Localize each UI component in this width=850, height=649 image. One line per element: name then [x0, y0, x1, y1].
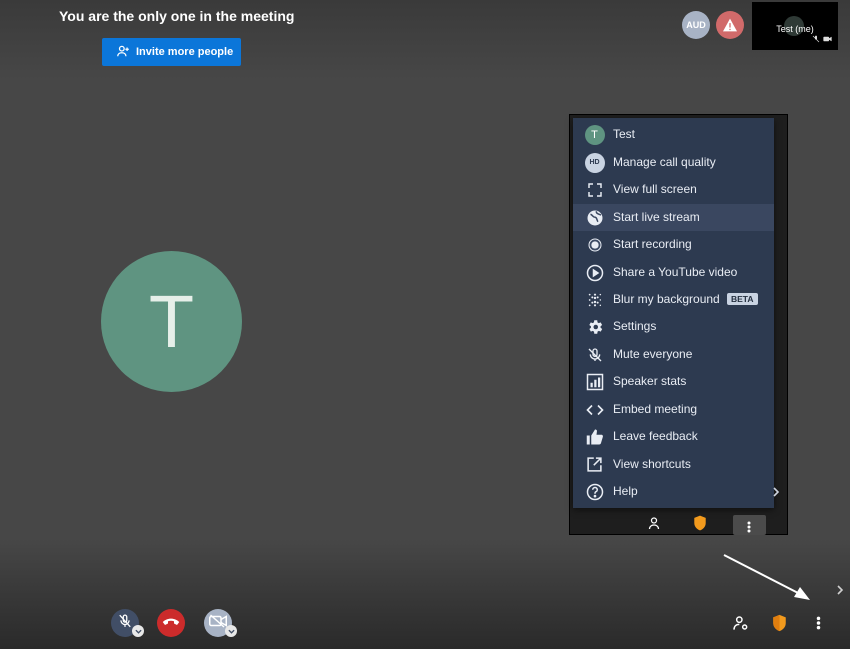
security-shield-icon[interactable] — [772, 614, 787, 637]
menu-item-fullscreen[interactable]: View full screen — [573, 176, 774, 203]
menu-item-recording[interactable]: Start recording — [573, 231, 774, 258]
menu-item-label: Mute everyone — [613, 347, 693, 361]
invite-more-people-button[interactable]: Invite more people — [102, 38, 241, 66]
menu-item-label: Embed meeting — [613, 402, 698, 416]
hd-icon: HD — [584, 152, 605, 173]
audio-badge[interactable]: AUD — [682, 11, 710, 39]
globe-icon — [584, 207, 605, 228]
more-options-button-active[interactable] — [733, 515, 766, 535]
menu-item-call-quality[interactable]: HD Manage call quality — [573, 149, 774, 176]
menu-item-label: View shortcuts — [613, 457, 691, 471]
menu-item-shortcuts[interactable]: View shortcuts — [573, 451, 774, 478]
menu-item-feedback[interactable]: Leave feedback — [573, 423, 774, 450]
self-view-thumbnail[interactable]: Test (me) — [752, 2, 838, 50]
security-shield-icon[interactable] — [693, 515, 707, 536]
menu-item-mute-everyone[interactable]: Mute everyone — [573, 341, 774, 368]
menu-item-label: Blur my background — [613, 292, 720, 306]
beta-badge: BETA — [727, 293, 758, 305]
code-icon — [584, 399, 605, 420]
chevron-down-icon[interactable] — [225, 625, 237, 637]
menu-item-label: Share a YouTube video — [613, 265, 738, 279]
mic-off-icon — [584, 344, 605, 365]
video-off-icon — [823, 30, 832, 48]
menu-item-blur-background[interactable]: Blur my background BETA — [573, 286, 774, 313]
hangup-icon — [162, 614, 180, 632]
chevron-down-icon[interactable] — [132, 625, 144, 637]
stats-icon — [584, 371, 605, 392]
more-options-icon[interactable] — [816, 616, 821, 635]
record-icon — [584, 234, 605, 255]
menu-item-label: Speaker stats — [613, 374, 687, 388]
menu-item-live-stream[interactable]: Start live stream — [573, 204, 774, 231]
menu-item-help[interactable]: Help — [573, 478, 774, 505]
thumbs-up-icon — [584, 426, 605, 447]
arrow-annotation-icon — [722, 553, 814, 610]
menu-item-speaker-stats[interactable]: Speaker stats — [573, 368, 774, 395]
camera-toggle-button[interactable] — [204, 609, 237, 637]
menu-item-label: Settings — [613, 319, 657, 333]
menu-item-label: Test — [613, 127, 636, 141]
mic-off-icon — [118, 613, 132, 634]
menu-item-youtube[interactable]: Share a YouTube video — [573, 259, 774, 286]
participant-avatar: T — [101, 251, 242, 392]
menu-item-label: Start recording — [613, 237, 692, 251]
menu-item-label: Leave feedback — [613, 429, 698, 443]
add-person-icon — [116, 44, 130, 61]
external-link-icon — [584, 454, 605, 475]
menu-item-settings[interactable]: Settings — [573, 313, 774, 340]
meeting-notice: You are the only one in the meeting — [59, 8, 295, 24]
play-circle-icon — [584, 262, 605, 283]
hangup-button[interactable] — [157, 609, 185, 637]
invite-participants-icon[interactable] — [732, 615, 748, 636]
chevron-right-icon[interactable] — [836, 583, 844, 601]
warning-icon[interactable] — [716, 11, 744, 39]
overflow-menu: T Test HD Manage call quality View full … — [573, 118, 774, 508]
blur-icon — [584, 289, 605, 310]
help-icon — [584, 481, 605, 502]
menu-item-label: View full screen — [613, 182, 697, 196]
menu-item-test[interactable]: T Test — [573, 121, 774, 148]
fullscreen-icon — [584, 179, 605, 200]
menu-item-label: Manage call quality — [613, 155, 716, 169]
invite-button-label: Invite more people — [136, 46, 234, 58]
menu-item-label: Start live stream — [613, 210, 700, 224]
mic-toggle-button[interactable] — [111, 609, 144, 637]
mic-muted-icon — [812, 30, 820, 48]
chevron-right-icon[interactable] — [771, 485, 781, 503]
menu-item-embed[interactable]: Embed meeting — [573, 396, 774, 423]
participants-icon[interactable] — [648, 516, 660, 535]
gear-icon — [584, 316, 605, 337]
menu-item-label: Help — [613, 484, 638, 498]
user-avatar-icon: T — [584, 124, 605, 145]
